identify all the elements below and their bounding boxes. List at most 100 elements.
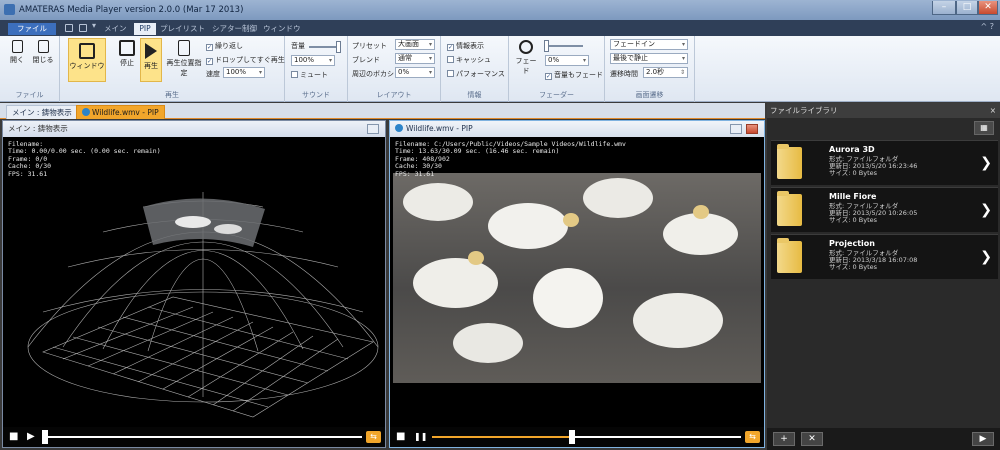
folder-icon xyxy=(777,144,802,179)
play-button[interactable]: 再生 xyxy=(140,38,162,82)
mute-checkbox[interactable]: ミュート xyxy=(291,70,328,80)
stop-button[interactable]: 停止 xyxy=(118,40,136,68)
window-button[interactable]: ウィンドウ xyxy=(68,38,106,82)
group-label-fader: フェーダー xyxy=(539,91,574,99)
transition-time-spinner[interactable]: 2.0秒 ⇕ xyxy=(643,67,688,78)
chevron-right-icon[interactable]: ❯ xyxy=(980,249,992,265)
open-button[interactable]: 開く xyxy=(6,40,28,65)
fade-thumb[interactable] xyxy=(544,40,549,52)
last-stop-value: 最後で静止 xyxy=(613,54,648,62)
fade-icon xyxy=(519,40,533,54)
volume-fade-check-icon: ✓ xyxy=(545,73,552,80)
chevron-down-icon: ▾ xyxy=(428,69,432,76)
close-file-label: 閉じる xyxy=(32,56,54,64)
chevron-down-icon: ▾ xyxy=(681,55,685,62)
quick-access-undo-icon[interactable] xyxy=(79,24,87,32)
fade-button[interactable]: フェード xyxy=(513,40,539,76)
quick-access-dropdown-icon[interactable]: ▾ xyxy=(92,21,100,30)
fade-in-select[interactable]: フェードイン ▾ xyxy=(610,39,688,50)
volume-thumb[interactable] xyxy=(336,41,341,53)
library-item-aurora-3d[interactable]: Aurora 3D 形式: ファイルフォルダ 更新日: 2013/5/20 16… xyxy=(771,140,998,185)
performance-check-icon xyxy=(447,70,454,77)
minimize-button[interactable]: – xyxy=(932,1,956,15)
main-stop-button[interactable]: ■ xyxy=(9,431,18,443)
close-file-icon xyxy=(37,40,49,53)
library-item-projection[interactable]: Projection 形式: ファイルフォルダ 更新日: 2013/3/18 1… xyxy=(771,234,998,279)
volume-slider[interactable] xyxy=(309,41,341,53)
preset-select[interactable]: 大画面 ▾ xyxy=(395,39,435,50)
tab-theater-control[interactable]: シアター制御 xyxy=(212,23,257,35)
fade-select[interactable]: 0% ▾ xyxy=(545,55,589,66)
mute-check-icon xyxy=(291,71,298,78)
app-window: AMATERAS Media Player version 2.0.0 (Mar… xyxy=(0,0,1000,450)
blend-select[interactable]: 通常 ▾ xyxy=(395,53,435,64)
pip-seek-knob[interactable] xyxy=(568,430,575,444)
pip-close-button[interactable] xyxy=(746,124,758,134)
restore-icon[interactable] xyxy=(730,124,742,134)
tab-file[interactable]: ファイル xyxy=(8,23,56,35)
info-group: ✓ 情報表示 キャッシュ パフォーマンス 情報 xyxy=(441,36,509,102)
restore-icon[interactable] xyxy=(367,124,379,134)
media-icon xyxy=(395,124,403,132)
stop-label: 停止 xyxy=(120,59,134,67)
repeat-checkbox[interactable]: ✓ 繰り返し xyxy=(206,41,243,51)
gannet-bird xyxy=(633,293,723,348)
tab-wildlife-pip[interactable]: Wildlife.wmv - PIP xyxy=(76,105,165,119)
last-stop-select[interactable]: 最後で静止 ▾ xyxy=(610,53,688,64)
gannet-bird xyxy=(403,183,473,221)
tab-pip[interactable]: PIP xyxy=(134,23,156,35)
main-seek-bar[interactable] xyxy=(45,436,362,438)
help-icon[interactable]: ^ ? xyxy=(981,22,995,31)
main-loop-button[interactable]: ⇆ xyxy=(366,431,381,443)
cache-check-icon xyxy=(447,56,454,63)
chevron-right-icon[interactable]: ❯ xyxy=(980,202,992,218)
library-play-button[interactable]: ▶ xyxy=(972,432,994,446)
main-seek-knob[interactable] xyxy=(42,430,48,444)
tab-main[interactable]: メイン xyxy=(104,23,127,35)
pip-loop-button[interactable]: ⇆ xyxy=(745,431,760,443)
library-footer: + ✕ ▶ xyxy=(767,428,1000,450)
maximize-button[interactable]: □ xyxy=(956,1,978,15)
file-library-panel: ファイルライブラリ × ▦ Aurora 3D 形式: ファイルフォルダ 更新日:… xyxy=(767,103,1000,450)
library-item-mille-fiore[interactable]: Mille Fiore 形式: ファイルフォルダ 更新日: 2013/5/20 … xyxy=(771,187,998,232)
play-icon xyxy=(145,43,157,59)
gannet-head xyxy=(468,251,484,265)
close-file-button[interactable]: 閉じる xyxy=(32,40,54,65)
volume-value: 100% xyxy=(294,56,315,64)
library-close-icon[interactable]: × xyxy=(990,103,996,118)
gannet-bird xyxy=(533,268,603,328)
transition-group: フェードイン ▾ 最後で静止 ▾ 遷移時間 2.0秒 ⇕ 画面遷移 xyxy=(605,36,695,102)
library-item-info: 形式: ファイルフォルダ 更新日: 2013/3/18 16:07:08 サイズ… xyxy=(829,249,918,272)
blur-value: 0% xyxy=(398,68,410,76)
app-icon xyxy=(4,4,15,15)
play-position-icon xyxy=(178,40,190,56)
fade-slider[interactable] xyxy=(544,40,583,52)
speed-select[interactable]: 100% ▾ xyxy=(223,67,265,78)
delete-button[interactable]: ✕ xyxy=(801,432,823,446)
info-display-checkbox[interactable]: ✓ 情報表示 xyxy=(447,41,484,51)
tab-playlist[interactable]: プレイリスト xyxy=(160,23,205,35)
close-button[interactable]: ✕ xyxy=(978,1,998,15)
panel-tab-bar: メイン : 鋳物表示 Wildlife.wmv - PIP xyxy=(0,103,765,119)
grid-view-icon[interactable]: ▦ xyxy=(974,121,994,135)
add-folder-button[interactable]: + xyxy=(773,432,795,446)
blur-select[interactable]: 0% ▾ xyxy=(395,67,435,78)
pip-pause-button[interactable]: ❚❚ xyxy=(414,431,427,443)
repeat-check-icon: ✓ xyxy=(206,44,213,51)
pip-seek-progress xyxy=(432,436,572,438)
speed-value: 100% xyxy=(226,68,247,76)
fade-value: 0% xyxy=(548,56,560,64)
drop-play-checkbox[interactable]: ✓ ドロップしてすぐ再生 xyxy=(206,55,285,65)
performance-checkbox[interactable]: パフォーマンス xyxy=(447,69,505,79)
cache-checkbox[interactable]: キャッシュ xyxy=(447,55,491,65)
pip-stop-button[interactable]: ■ xyxy=(396,431,405,443)
tab-main-display[interactable]: メイン : 鋳物表示 xyxy=(6,105,78,119)
volume-fade-checkbox[interactable]: ✓ 音量もフェード xyxy=(545,70,603,80)
tab-window[interactable]: ウィンドウ xyxy=(263,23,301,35)
main-play-button[interactable]: ▶ xyxy=(27,431,35,443)
chevron-right-icon[interactable]: ❯ xyxy=(980,155,992,171)
play-position-button[interactable]: 再生位置指定 xyxy=(164,40,204,78)
quick-access-save-icon[interactable] xyxy=(65,24,73,32)
transition-time-label: 遷移時間 xyxy=(610,70,638,78)
volume-select[interactable]: 100% ▾ xyxy=(291,55,335,66)
